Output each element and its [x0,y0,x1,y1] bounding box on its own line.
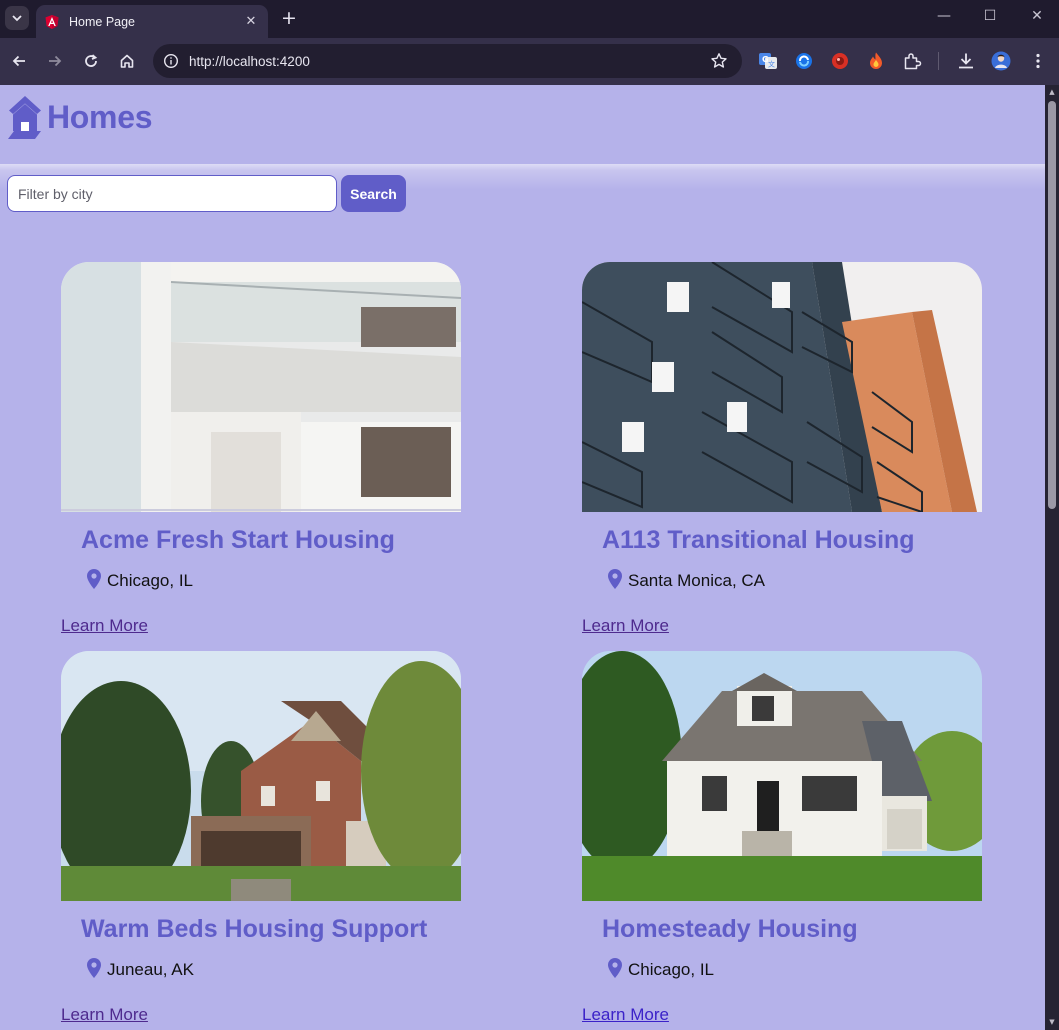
listing-location-text: Santa Monica, CA [628,571,766,590]
more-menu-icon[interactable] [1028,51,1048,71]
listing-title: Homesteady Housing [602,915,858,943]
listing-photo [582,262,982,512]
location-pin-icon [608,569,622,589]
brand-name: Homes [47,98,153,135]
listing-location: Chicago, IL [87,569,193,591]
search-button[interactable]: Search [341,175,406,212]
scroll-down-arrow-icon[interactable]: ▼ [1048,1018,1056,1026]
maximize-icon[interactable]: ☐ [980,8,1000,24]
svg-text:文: 文 [768,60,775,69]
download-icon[interactable] [956,51,976,71]
learn-more-link[interactable]: Learn More [61,616,148,636]
learn-more-link[interactable]: Learn More [61,1005,148,1025]
angular-logo-icon [45,14,59,29]
flame-extension-icon[interactable] [866,51,886,71]
listing-title: A113 Transitional Housing [602,526,915,554]
house-logo-icon [8,96,41,139]
listing-location: Santa Monica, CA [608,569,765,591]
location-pin-icon [87,569,101,589]
city-filter-input[interactable] [7,175,337,212]
close-tab-icon[interactable]: ✕ [242,14,260,29]
arrow-right-icon [49,55,62,67]
url-text[interactable]: http://localhost:4200 [189,54,710,69]
home-icon [120,54,134,68]
tab-search-button[interactable] [5,6,29,30]
profile-avatar-icon[interactable] [991,51,1011,71]
listing-location: Chicago, IL [608,958,714,980]
learn-more-link[interactable]: Learn More [582,616,669,636]
location-pin-icon [87,958,101,978]
scroll-thumb[interactable] [1048,101,1056,509]
listing-photo [582,651,982,901]
new-tab-button[interactable]: + [279,8,299,28]
bookmark-star-icon[interactable] [710,52,728,70]
listing-location: Juneau, AK [87,958,194,980]
minimize-icon[interactable]: — [934,8,954,24]
reload-button[interactable] [80,50,102,72]
chevron-down-icon [12,15,22,22]
listing-title: Acme Fresh Start Housing [81,526,395,554]
active-tab[interactable]: Home Page ✕ [36,5,268,38]
listing-location-text: Chicago, IL [107,571,193,590]
listing-photo [61,262,461,512]
arrow-left-icon [12,55,25,67]
info-icon[interactable] [163,53,179,69]
reload-icon [85,54,98,67]
google-translate-icon[interactable]: G文 [758,51,778,71]
toolbar-separator [938,52,939,70]
extensions-puzzle-icon[interactable] [902,51,922,71]
record-extension-icon[interactable] [830,51,850,71]
tab-title: Home Page [69,14,136,29]
listing-title: Warm Beds Housing Support [81,915,428,943]
tab-strip: Home Page ✕ + — ☐ ✕ [0,0,1059,38]
forward-button[interactable] [44,50,66,72]
location-pin-icon [608,958,622,978]
sync-extension-icon[interactable] [794,51,814,71]
page-viewport: Homes Search Acme Fresh Start Housi [0,85,1045,1030]
address-bar[interactable]: http://localhost:4200 [153,44,742,78]
page-scrollbar[interactable]: ▲ ▼ [1045,85,1059,1030]
listing-location-text: Chicago, IL [628,960,714,979]
back-button[interactable] [8,50,30,72]
listing-location-text: Juneau, AK [107,960,194,979]
listing-photo [61,651,461,901]
browser-toolbar: http://localhost:4200 G文 [0,38,1059,85]
brand-logo[interactable]: Homes [7,95,153,139]
home-button[interactable] [116,50,138,72]
scroll-up-arrow-icon[interactable]: ▲ [1048,88,1056,96]
learn-more-link[interactable]: Learn More [582,1005,669,1025]
close-window-icon[interactable]: ✕ [1027,8,1047,24]
